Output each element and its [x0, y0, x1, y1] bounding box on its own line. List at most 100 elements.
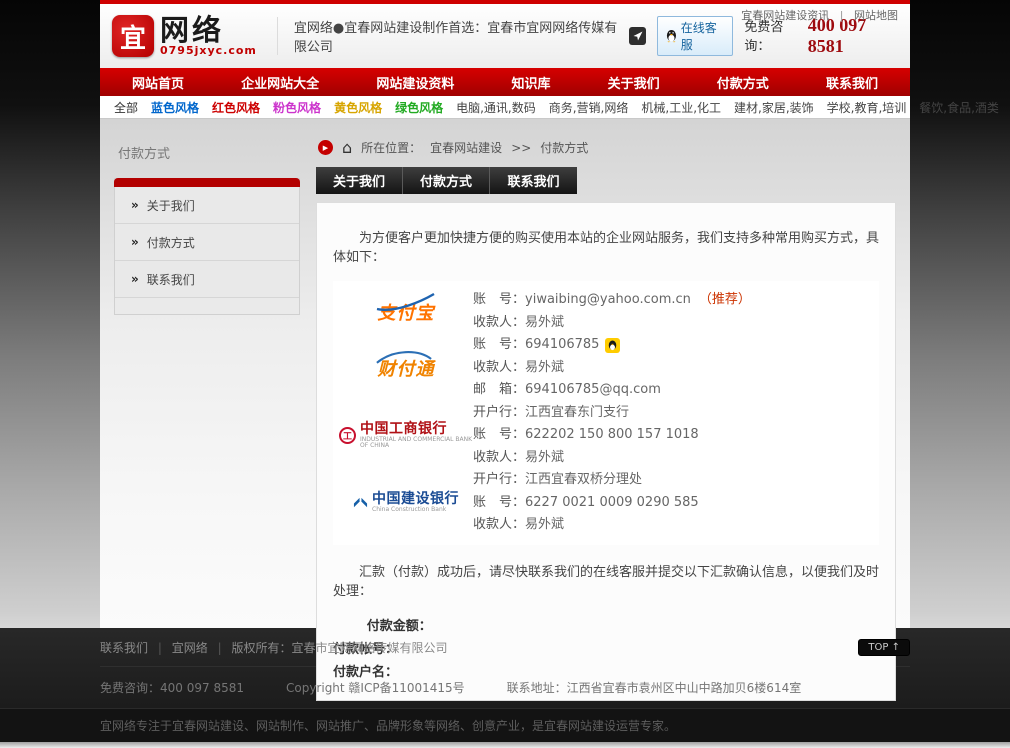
- footer-slogan: 宜网络专注于宜春网站建设、网站制作、网站推广、品牌形象等网络、创意产业，是宜春网…: [100, 717, 676, 734]
- subnav-item-red[interactable]: 红色风格: [212, 99, 260, 116]
- bullet-icon: ▶: [318, 140, 333, 155]
- payment-line: 开户行： 江西宜春双桥分理处: [473, 469, 879, 492]
- payment-line: 账 号： 622202 150 800 157 1018: [473, 424, 879, 447]
- qq-contact-icon[interactable]: [605, 338, 620, 353]
- sidebar-menu: » 关于我们 » 付款方式 » 联系我们: [114, 178, 300, 315]
- sidebar-item-label: 付款方式: [147, 234, 195, 251]
- breadcrumb-current: 付款方式: [540, 139, 588, 156]
- tab-contact[interactable]: 联系我们: [490, 167, 577, 194]
- logo-domain: 0795jxyc.com: [160, 44, 257, 57]
- payment-row-alipay: 支付宝 账 号： yiwaibing@yahoo.com.cn （推荐） 收款人…: [339, 289, 879, 334]
- payment-line: 收款人： 易外斌: [473, 447, 879, 470]
- site-column: 宜春网站建设资讯 | 网站地图 宜 网络 0795jxyc.com 宜网络●宜春…: [100, 0, 910, 628]
- ccb-emblem-icon: [353, 495, 368, 510]
- payment-line: 收款人： 易外斌: [473, 312, 879, 335]
- subnav-item-blue[interactable]: 蓝色风格: [151, 99, 199, 116]
- footer-link-brand[interactable]: 宜网络: [172, 641, 208, 655]
- subnav-item-food[interactable]: 餐饮,食品,酒类: [919, 99, 999, 116]
- home-icon: ⌂: [342, 142, 352, 154]
- message-icon[interactable]: [629, 27, 645, 45]
- footer-address: 联系地址：江西省宜春市袁州区中山中路加贝6楼614室: [507, 679, 802, 696]
- payment-line: 邮 箱： 694106785@qq.com: [473, 379, 879, 402]
- nav-item-build-material[interactable]: 网站建设资料: [376, 73, 454, 92]
- nav-item-payment[interactable]: 付款方式: [717, 73, 769, 92]
- arrow-icon: »: [131, 198, 139, 212]
- footer-icp: Copyright 赣ICP备11001415号: [286, 679, 465, 696]
- subnav-item-yellow[interactable]: 黄色风格: [334, 99, 382, 116]
- payment-line: 收款人： 易外斌: [473, 514, 879, 537]
- subnav-item-digital[interactable]: 电脑,通讯,数码: [456, 99, 536, 116]
- sidebar-item-contact[interactable]: » 联系我们: [115, 261, 299, 298]
- topbar: 宜春网站建设资讯 | 网站地图: [741, 7, 898, 23]
- alipay-logo-icon: 支付宝: [378, 299, 435, 325]
- subnav-item-building[interactable]: 建材,家居,装饰: [734, 99, 814, 116]
- logo-name: 网络: [160, 17, 257, 44]
- main-nav: 网站首页 企业网站大全 网站建设资料 知识库 关于我们 付款方式 联系我们: [100, 68, 910, 96]
- ccb-logo-icon: 中国建设银行 China Construction Bank: [353, 492, 459, 513]
- breadcrumb-site-link[interactable]: 宜春网站建设: [430, 139, 502, 156]
- icbc-emblem-icon: 工: [339, 427, 356, 444]
- qq-penguin-icon: [666, 29, 677, 43]
- topbar-link-news[interactable]: 宜春网站建设资讯: [741, 9, 829, 22]
- footer-bottom-strip: [0, 742, 1010, 748]
- footer-row-slogan: 宜网络专注于宜春网站建设、网站制作、网站推广、品牌形象等网络、创意产业，是宜春网…: [0, 708, 1010, 742]
- tab-about[interactable]: 关于我们: [316, 167, 403, 194]
- site-header: 宜春网站建设资讯 | 网站地图 宜 网络 0795jxyc.com 宜网络●宜春…: [100, 4, 910, 68]
- payment-row-icbc: 工 中国工商银行 INDUSTRIAL AND COMMERCIAL BANK …: [339, 402, 879, 470]
- sidebar-title: 付款方式: [118, 143, 300, 162]
- nav-item-about[interactable]: 关于我们: [608, 73, 660, 92]
- subnav-item-business[interactable]: 商务,营销,网络: [549, 99, 629, 116]
- main-area: 付款方式 » 关于我们 » 付款方式 » 联系我们 ▶ ⌂: [100, 119, 910, 628]
- subnav-item-pink[interactable]: 粉色风格: [273, 99, 321, 116]
- footer-hotline: 免费咨询：400 097 8581: [100, 679, 244, 696]
- sidebar-item-label: 联系我们: [147, 271, 195, 288]
- logo-seal-icon: 宜: [112, 15, 154, 57]
- icbc-logo-icon: 工 中国工商银行 INDUSTRIAL AND COMMERCIAL BANK …: [339, 422, 473, 449]
- payment-card: 为方便客户更加快捷方便的购买使用本站的企业网站服务，我们支持多种常用购买方式，具…: [316, 202, 896, 701]
- payment-line: 收款人： 易外斌: [473, 357, 879, 380]
- subnav-item-all[interactable]: 全部: [114, 99, 138, 116]
- nav-item-site-gallery[interactable]: 企业网站大全: [241, 73, 319, 92]
- content-tabs: 关于我们 付款方式 联系我们: [316, 167, 896, 194]
- breadcrumb-separator: >>: [511, 141, 531, 155]
- tab-payment[interactable]: 付款方式: [403, 167, 490, 194]
- topbar-link-sitemap[interactable]: 网站地图: [854, 9, 898, 22]
- intro-text: 为方便客户更加快捷方便的购买使用本站的企业网站服务，我们支持多种常用购买方式，具…: [333, 227, 879, 265]
- field-payment-amount: 付款金额：: [333, 615, 879, 638]
- sidebar-item-label: 关于我们: [147, 197, 195, 214]
- topbar-separator: |: [840, 9, 844, 22]
- arrow-icon: »: [131, 272, 139, 286]
- payment-table: 支付宝 账 号： yiwaibing@yahoo.com.cn （推荐） 收款人…: [333, 281, 879, 545]
- category-subnav: 全部 蓝色风格 红色风格 粉色风格 黄色风格 绿色风格 电脑,通讯,数码 商务,…: [100, 96, 910, 119]
- sidebar-item-about[interactable]: » 关于我们: [115, 187, 299, 224]
- arrow-icon: »: [131, 235, 139, 249]
- payment-line: 账 号： yiwaibing@yahoo.com.cn （推荐）: [473, 289, 879, 312]
- nav-item-home[interactable]: 网站首页: [132, 73, 184, 92]
- payment-line: 账 号： 694106785: [473, 334, 879, 357]
- sidebar-item-payment[interactable]: » 付款方式: [115, 224, 299, 261]
- sidebar: 付款方式 » 关于我们 » 付款方式 » 联系我们: [114, 135, 300, 628]
- remittance-notice: 汇款（付款）成功后，请尽快联系我们的在线客服并提交以下汇款确认信息，以便我们及时…: [333, 561, 879, 599]
- subnav-item-education[interactable]: 学校,教育,培训: [827, 99, 907, 116]
- content-column: ▶ ⌂ 所在位置： 宜春网站建设 >> 付款方式 关于我们 付款方式 联系我们 …: [316, 135, 896, 628]
- payment-row-tenpay: 财付通 账 号： 694106785: [339, 334, 879, 402]
- online-service-button[interactable]: 在线客服: [657, 16, 734, 56]
- nav-item-knowledge[interactable]: 知识库: [511, 73, 550, 92]
- subnav-item-industry[interactable]: 机械,工业,化工: [641, 99, 721, 116]
- online-service-label: 在线客服: [681, 19, 725, 53]
- payment-line: 开户行： 江西宜春东门支行: [473, 402, 879, 425]
- site-logo[interactable]: 宜 网络 0795jxyc.com: [112, 15, 257, 57]
- breadcrumb: ▶ ⌂ 所在位置： 宜春网站建设 >> 付款方式: [318, 139, 896, 156]
- back-to-top-button[interactable]: TOP ↑: [858, 639, 910, 656]
- footer-link-contact[interactable]: 联系我们: [100, 641, 148, 655]
- nav-item-contact[interactable]: 联系我们: [826, 73, 878, 92]
- sidebar-red-bar: [114, 178, 300, 187]
- site-tagline: 宜网络●宜春网站建设制作首选：宜春市宜网网络传媒有限公司: [277, 17, 630, 55]
- recommend-tag: （推荐）: [699, 289, 751, 312]
- breadcrumb-prefix: 所在位置：: [361, 139, 421, 156]
- payment-row-ccb: 中国建设银行 China Construction Bank 开户行： 江西宜春…: [339, 469, 879, 537]
- tenpay-logo-icon: 财付通: [378, 355, 435, 381]
- payment-line: 账 号： 6227 0021 0009 0290 585: [473, 492, 879, 515]
- subnav-item-green[interactable]: 绿色风格: [395, 99, 443, 116]
- footer-copyright: 版权所有：宜春市宜网网络传媒有限公司: [231, 641, 447, 655]
